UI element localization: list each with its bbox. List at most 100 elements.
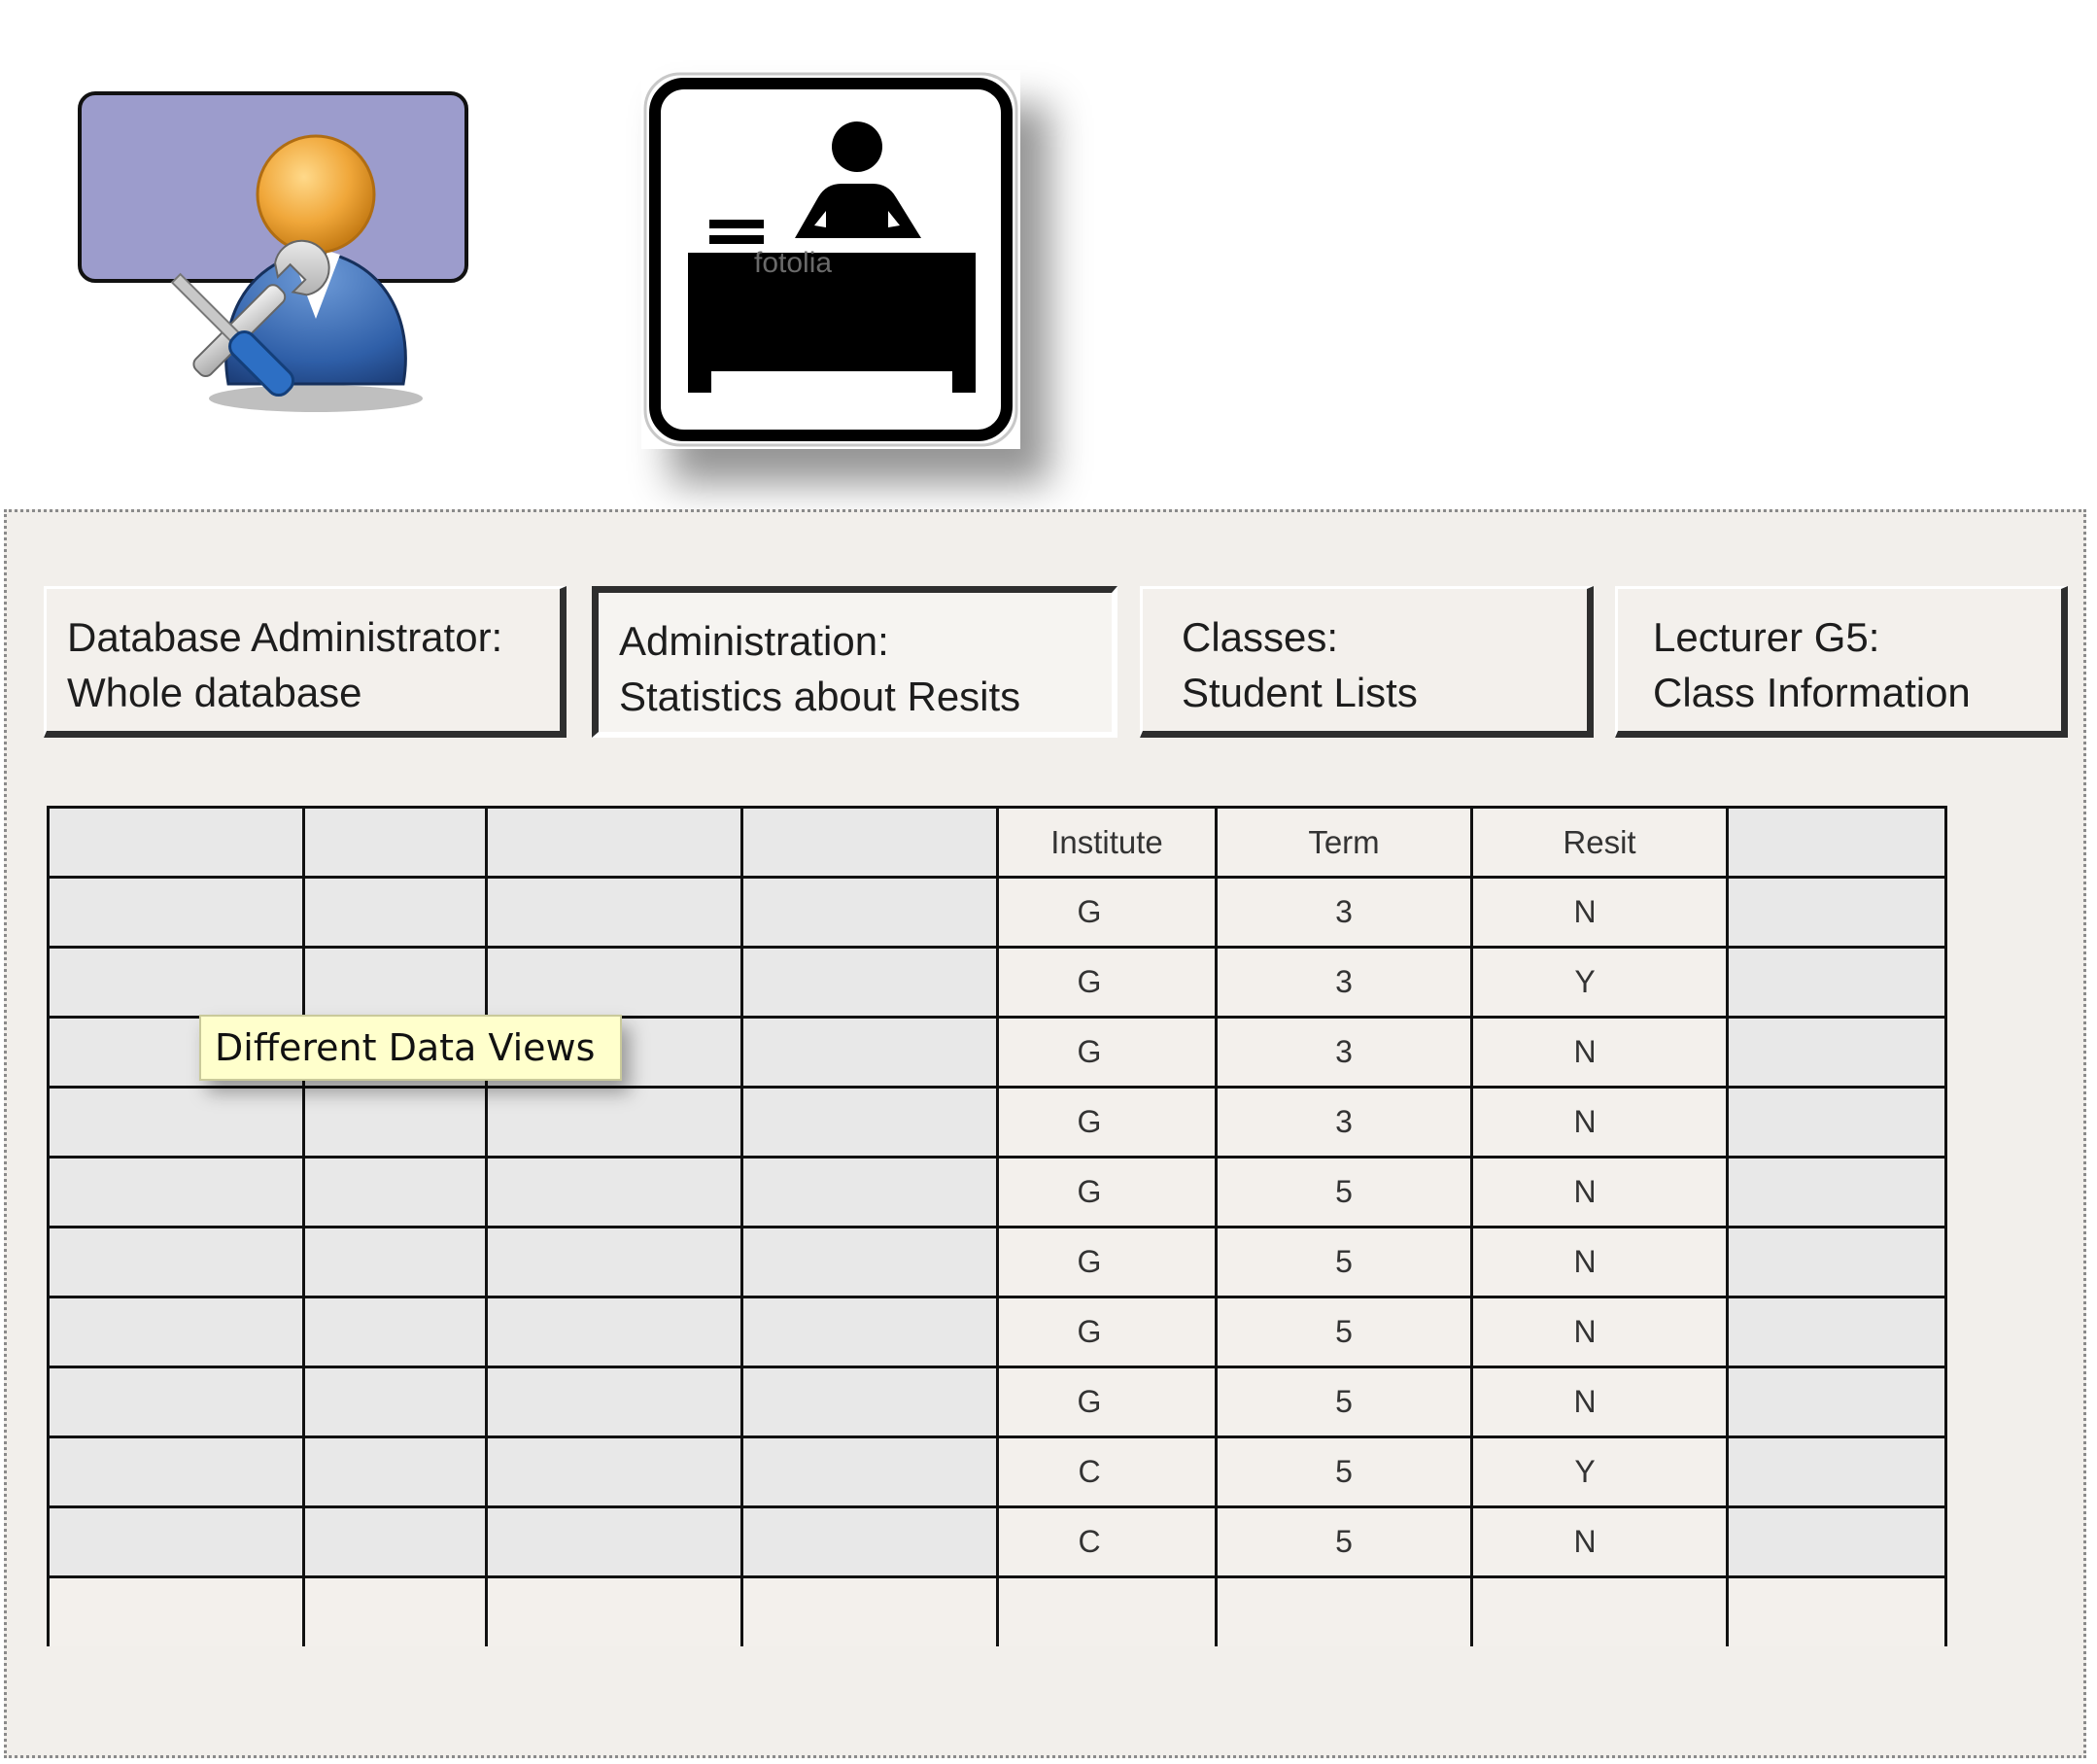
table-cell-empty [1726,876,1947,949]
table-cell-institute: G [996,876,1218,949]
table-cell-empty [47,1086,305,1159]
table-cell-term: 5 [1215,1366,1473,1438]
table-cell-empty [1726,1366,1947,1438]
table-cell-empty [740,1575,999,1646]
table-row-partial [47,1575,1947,1646]
table-header-cell [1726,806,1947,879]
table-cell-empty [302,946,488,1019]
table-header-term: Term [1215,806,1473,879]
table-cell-term: 5 [1215,1505,1473,1578]
table-cell-empty [1215,1575,1473,1646]
resit-statistics-table: Institute Term Resit G3NG3YG3NG3NG5NG5NG… [47,806,1947,1646]
table-cell-empty [302,876,488,949]
table-cell-resit: N [1470,1086,1729,1159]
table-cell-empty [1726,1575,1947,1646]
table-cell-institute: G [996,1366,1218,1438]
table-cell-empty [47,1575,305,1646]
view-button-lecturer-g5[interactable]: Lecturer G5: Class Information [1615,586,2068,738]
table-cell-empty [485,876,743,949]
watermark-text: fotolia [754,247,832,279]
table-cell-empty [47,1226,305,1298]
table-cell-empty [485,1226,743,1298]
table-cell-institute: C [996,1505,1218,1578]
table-cell-empty [47,1296,305,1368]
table-cell-empty [1726,1435,1947,1508]
table-cell-institute: G [996,1156,1218,1228]
table-cell-resit: N [1470,1016,1729,1089]
table-cell-empty [740,1366,999,1438]
view-button-administration[interactable]: Administration: Statistics about Resits [592,586,1117,738]
table-cell-empty [485,1435,743,1508]
table-cell-empty [302,1435,488,1508]
view-button-classes[interactable]: Classes: Student Lists [1140,586,1594,738]
table-cell-empty [302,1575,488,1646]
table-cell-term: 3 [1215,876,1473,949]
table-cell-empty [740,1296,999,1368]
table-header-cell [302,806,488,879]
table-row: G3N [47,1086,1947,1159]
table-cell-resit: N [1470,1366,1729,1438]
table-cell-institute: G [996,1086,1218,1159]
table-cell-empty [47,946,305,1019]
table-cell-empty [485,1575,743,1646]
table-cell-empty [47,1366,305,1438]
table-cell-empty [302,1156,488,1228]
view-button-database-administrator[interactable]: Database Administrator: Whole database [44,586,567,738]
table-header-row: Institute Term Resit [47,806,1947,879]
table-row: G3Y [47,946,1947,1019]
table-cell-empty [302,1226,488,1298]
table-cell-resit: N [1470,1156,1729,1228]
table-cell-institute: C [996,1435,1218,1508]
table-header-institute: Institute [996,806,1218,879]
data-views-panel: Database Administrator: Whole database A… [4,509,2086,1758]
table-cell-resit: N [1470,1226,1729,1298]
table-cell-empty [740,876,999,949]
table-cell-empty [740,946,999,1019]
table-cell-empty [1726,1296,1947,1368]
table-cell-empty [740,1156,999,1228]
table-cell-term: 5 [1215,1156,1473,1228]
table-cell-empty [1470,1575,1729,1646]
table-cell-term: 5 [1215,1226,1473,1298]
table-cell-empty [485,1296,743,1368]
table-cell-empty [996,1575,1218,1646]
table-cell-term: 5 [1215,1296,1473,1368]
table-cell-resit: N [1470,1505,1729,1578]
table-cell-resit: Y [1470,1435,1729,1508]
table-cell-empty [47,876,305,949]
table-cell-empty [47,1156,305,1228]
view-button-title: Classes: [1182,614,1339,660]
table-cell-empty [740,1086,999,1159]
table-cell-term: 3 [1215,1086,1473,1159]
table-cell-empty [485,1086,743,1159]
table-cell-term: 3 [1215,1016,1473,1089]
tooltip: Different Data Views [199,1015,622,1081]
table-cell-term: 3 [1215,946,1473,1019]
table-cell-institute: G [996,1226,1218,1298]
table-cell-institute: G [996,946,1218,1019]
desk-attendant-icon: fotolia [641,70,1020,449]
table-cell-empty [302,1086,488,1159]
view-button-title: Lecturer G5: [1653,614,1880,660]
table-cell-empty [740,1505,999,1578]
table-header-resit: Resit [1470,806,1729,879]
view-button-title: Database Administrator: [67,614,503,660]
table-row: G5N [47,1156,1947,1228]
table-row: G5N [47,1296,1947,1368]
view-button-subtitle: Student Lists [1182,670,1418,715]
table-header-cell [485,806,743,879]
table-cell-resit: Y [1470,946,1729,1019]
table-cell-empty [302,1366,488,1438]
table-cell-empty [740,1435,999,1508]
table-row: G3N [47,876,1947,949]
table-cell-empty [1726,1156,1947,1228]
table-cell-empty [1726,1226,1947,1298]
view-button-title: Administration: [619,618,889,664]
database-administrator-icon [73,87,481,418]
table-cell-empty [302,1505,488,1578]
table-cell-empty [485,946,743,1019]
table-cell-empty [740,1226,999,1298]
table-cell-empty [47,1505,305,1578]
table-cell-empty [485,1505,743,1578]
table-cell-empty [1726,1086,1947,1159]
